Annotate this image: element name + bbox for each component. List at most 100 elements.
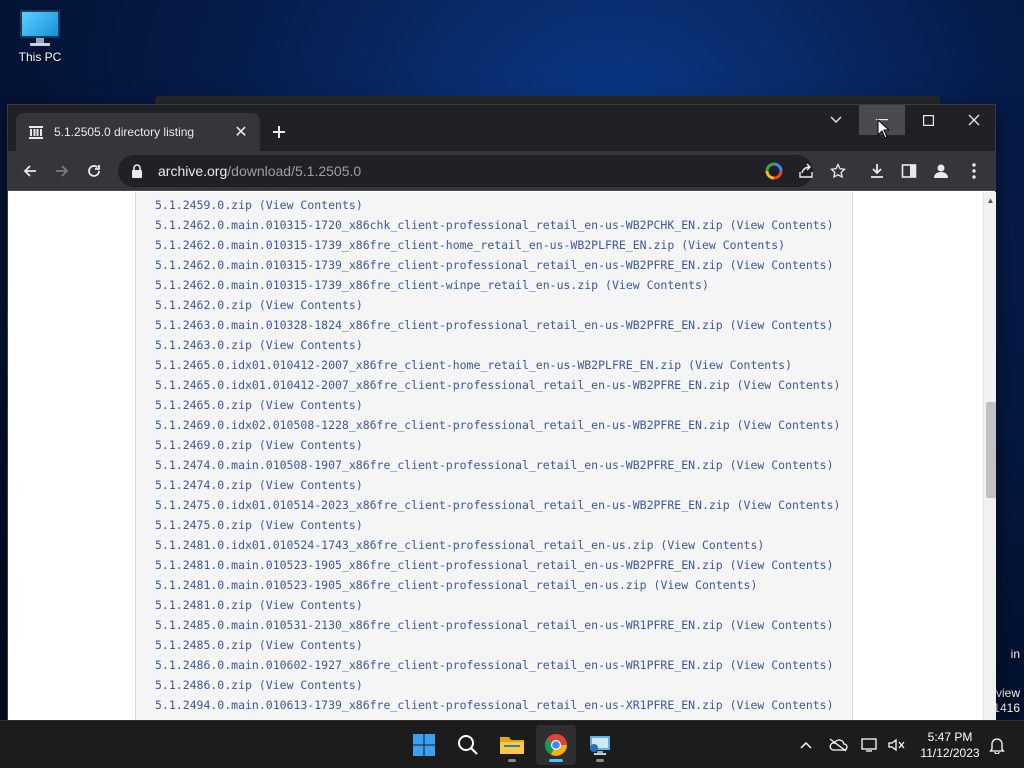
url-host: archive.org	[158, 163, 228, 179]
paren-open: (	[674, 238, 689, 252]
file-link[interactable]: 5.1.2459.0.zip	[155, 198, 252, 212]
onedrive-icon[interactable]	[826, 733, 850, 757]
view-contents-link[interactable]: View Contents	[737, 618, 827, 632]
view-contents-link[interactable]: View Contents	[266, 338, 356, 352]
reload-button[interactable]	[80, 157, 108, 185]
paren-close: )	[833, 498, 841, 512]
view-contents-link[interactable]: View Contents	[737, 318, 827, 332]
view-contents-link[interactable]: View Contents	[737, 558, 827, 572]
view-contents-link[interactable]: View Contents	[266, 678, 356, 692]
lock-icon[interactable]	[130, 163, 144, 179]
paren-open: (	[729, 378, 744, 392]
list-item: 5.1.2463.0.main.010328-1824_x86fre_clien…	[136, 315, 840, 335]
list-item: 5.1.2474.0.main.010508-1907_x86fre_clien…	[136, 455, 840, 475]
page-scrollbar[interactable]: ▲	[983, 192, 996, 720]
show-hidden-icons-button[interactable]	[794, 733, 818, 757]
browser-menu-button[interactable]	[960, 157, 988, 185]
back-button[interactable]	[16, 157, 44, 185]
file-link[interactable]: 5.1.2463.0.main.010328-1824_x86fre_clien…	[155, 318, 723, 332]
view-contents-link[interactable]: View Contents	[266, 298, 356, 312]
profile-button[interactable]	[927, 157, 955, 185]
this-pc-desktop-icon[interactable]: This PC	[12, 8, 68, 64]
file-link[interactable]: 5.1.2474.0.main.010508-1907_x86fre_clien…	[155, 458, 723, 472]
view-contents-link[interactable]: View Contents	[744, 498, 834, 512]
view-contents-link[interactable]: View Contents	[737, 458, 827, 472]
downloads-button[interactable]	[863, 157, 891, 185]
view-contents-link[interactable]: View Contents	[737, 218, 827, 232]
view-contents-link[interactable]: View Contents	[688, 238, 778, 252]
file-link[interactable]: 5.1.2485.0.main.010531-2130_x86fre_clien…	[155, 618, 723, 632]
remote-desktop-button[interactable]	[580, 725, 620, 765]
paren-open: (	[646, 578, 661, 592]
file-link[interactable]: 5.1.2462.0.main.010315-1739_x86fre_clien…	[155, 238, 674, 252]
file-link[interactable]: 5.1.2486.0.main.010602-1927_x86fre_clien…	[155, 658, 723, 672]
forward-button[interactable]	[48, 157, 76, 185]
file-link[interactable]: 5.1.2481.0.main.010523-1905_x86fre_clien…	[155, 578, 647, 592]
start-button[interactable]	[404, 725, 444, 765]
chevron-up-icon	[800, 741, 812, 749]
bookmark-star-icon[interactable]	[828, 161, 848, 181]
file-link[interactable]: 5.1.2481.0.main.010523-1905_x86fre_clien…	[155, 558, 723, 572]
tab-directory-listing[interactable]: 5.1.2505.0 directory listing ✕	[16, 113, 260, 151]
system-clock[interactable]: 5:47 PM 11/12/2023	[912, 729, 988, 761]
scroll-up-arrow-icon[interactable]: ▲	[984, 194, 997, 206]
file-link[interactable]: 5.1.2462.0.main.010315-1739_x86fre_clien…	[155, 258, 723, 272]
close-window-button[interactable]	[951, 105, 997, 135]
view-contents-link[interactable]: View Contents	[667, 538, 757, 552]
view-contents-link[interactable]: View Contents	[266, 478, 356, 492]
file-link[interactable]: 5.1.2462.0.zip	[155, 298, 252, 312]
file-link[interactable]: 5.1.2469.0.zip	[155, 438, 252, 452]
view-contents-link[interactable]: View Contents	[266, 598, 356, 612]
tab-close-icon[interactable]: ✕	[232, 123, 250, 141]
clock-date: 11/12/2023	[920, 746, 980, 760]
file-link[interactable]: 5.1.2494.0.main.010613-1739_x86fre_clien…	[155, 698, 723, 712]
file-link[interactable]: 5.1.2462.0.main.010315-1720_x86chk_clien…	[155, 218, 723, 232]
side-panel-button[interactable]	[895, 157, 923, 185]
view-contents-link[interactable]: View Contents	[744, 378, 834, 392]
new-tab-button[interactable]	[266, 119, 292, 145]
file-link[interactable]: 5.1.2465.0.zip	[155, 398, 252, 412]
file-link[interactable]: 5.1.2462.0.main.010315-1739_x86fre_clien…	[155, 278, 598, 292]
view-contents-link[interactable]: View Contents	[266, 198, 356, 212]
search-icon	[458, 735, 478, 755]
view-contents-link[interactable]: View Contents	[266, 438, 356, 452]
file-link[interactable]: 5.1.2475.0.zip	[155, 518, 252, 532]
view-contents-link[interactable]: View Contents	[695, 358, 785, 372]
view-contents-link[interactable]: View Contents	[266, 518, 356, 532]
view-contents-link[interactable]: View Contents	[660, 578, 750, 592]
file-link[interactable]: 5.1.2481.0.zip	[155, 598, 252, 612]
list-item: 5.1.2475.0.idx01.010514-2023_x86fre_clie…	[136, 495, 840, 515]
file-link[interactable]: 5.1.2463.0.zip	[155, 338, 252, 352]
scrollbar-thumb[interactable]	[986, 402, 996, 498]
file-link[interactable]: 5.1.2486.0.zip	[155, 678, 252, 692]
view-contents-link[interactable]: View Contents	[737, 258, 827, 272]
file-link[interactable]: 5.1.2481.0.idx01.010524-1743_x86fre_clie…	[155, 538, 654, 552]
search-button[interactable]	[448, 725, 488, 765]
file-link[interactable]: 5.1.2485.0.zip	[155, 638, 252, 652]
view-contents-link[interactable]: View Contents	[737, 658, 827, 672]
file-link[interactable]: 5.1.2475.0.idx01.010514-2023_x86fre_clie…	[155, 498, 730, 512]
paren-close: )	[785, 358, 793, 372]
view-contents-link[interactable]: View Contents	[612, 278, 702, 292]
tab-search-button[interactable]	[813, 105, 859, 135]
address-bar[interactable]: archive.org/download/5.1.2505.0	[118, 155, 846, 187]
maximize-button[interactable]	[905, 105, 951, 135]
notifications-icon[interactable]	[985, 733, 1009, 757]
network-icon[interactable]	[858, 733, 882, 757]
file-link[interactable]: 5.1.2465.0.idx01.010412-2007_x86fre_clie…	[155, 358, 681, 372]
file-link[interactable]: 5.1.2474.0.zip	[155, 478, 252, 492]
chrome-button[interactable]	[536, 725, 576, 765]
file-link[interactable]: 5.1.2469.0.idx02.010508-1228_x86fre_clie…	[155, 418, 730, 432]
share-icon[interactable]	[796, 161, 816, 181]
google-lens-icon[interactable]	[764, 161, 784, 181]
file-explorer-button[interactable]	[492, 725, 532, 765]
url-text[interactable]: archive.org/download/5.1.2505.0	[158, 163, 361, 179]
view-contents-link[interactable]: View Contents	[744, 418, 834, 432]
file-link[interactable]: 5.1.2465.0.idx01.010412-2007_x86fre_clie…	[155, 378, 730, 392]
volume-muted-icon[interactable]	[884, 733, 908, 757]
list-item: 5.1.2474.0.zip (View Contents)	[136, 475, 840, 495]
paren-close: )	[826, 258, 834, 272]
view-contents-link[interactable]: View Contents	[266, 638, 356, 652]
view-contents-link[interactable]: View Contents	[266, 398, 356, 412]
view-contents-link[interactable]: View Contents	[737, 698, 827, 712]
